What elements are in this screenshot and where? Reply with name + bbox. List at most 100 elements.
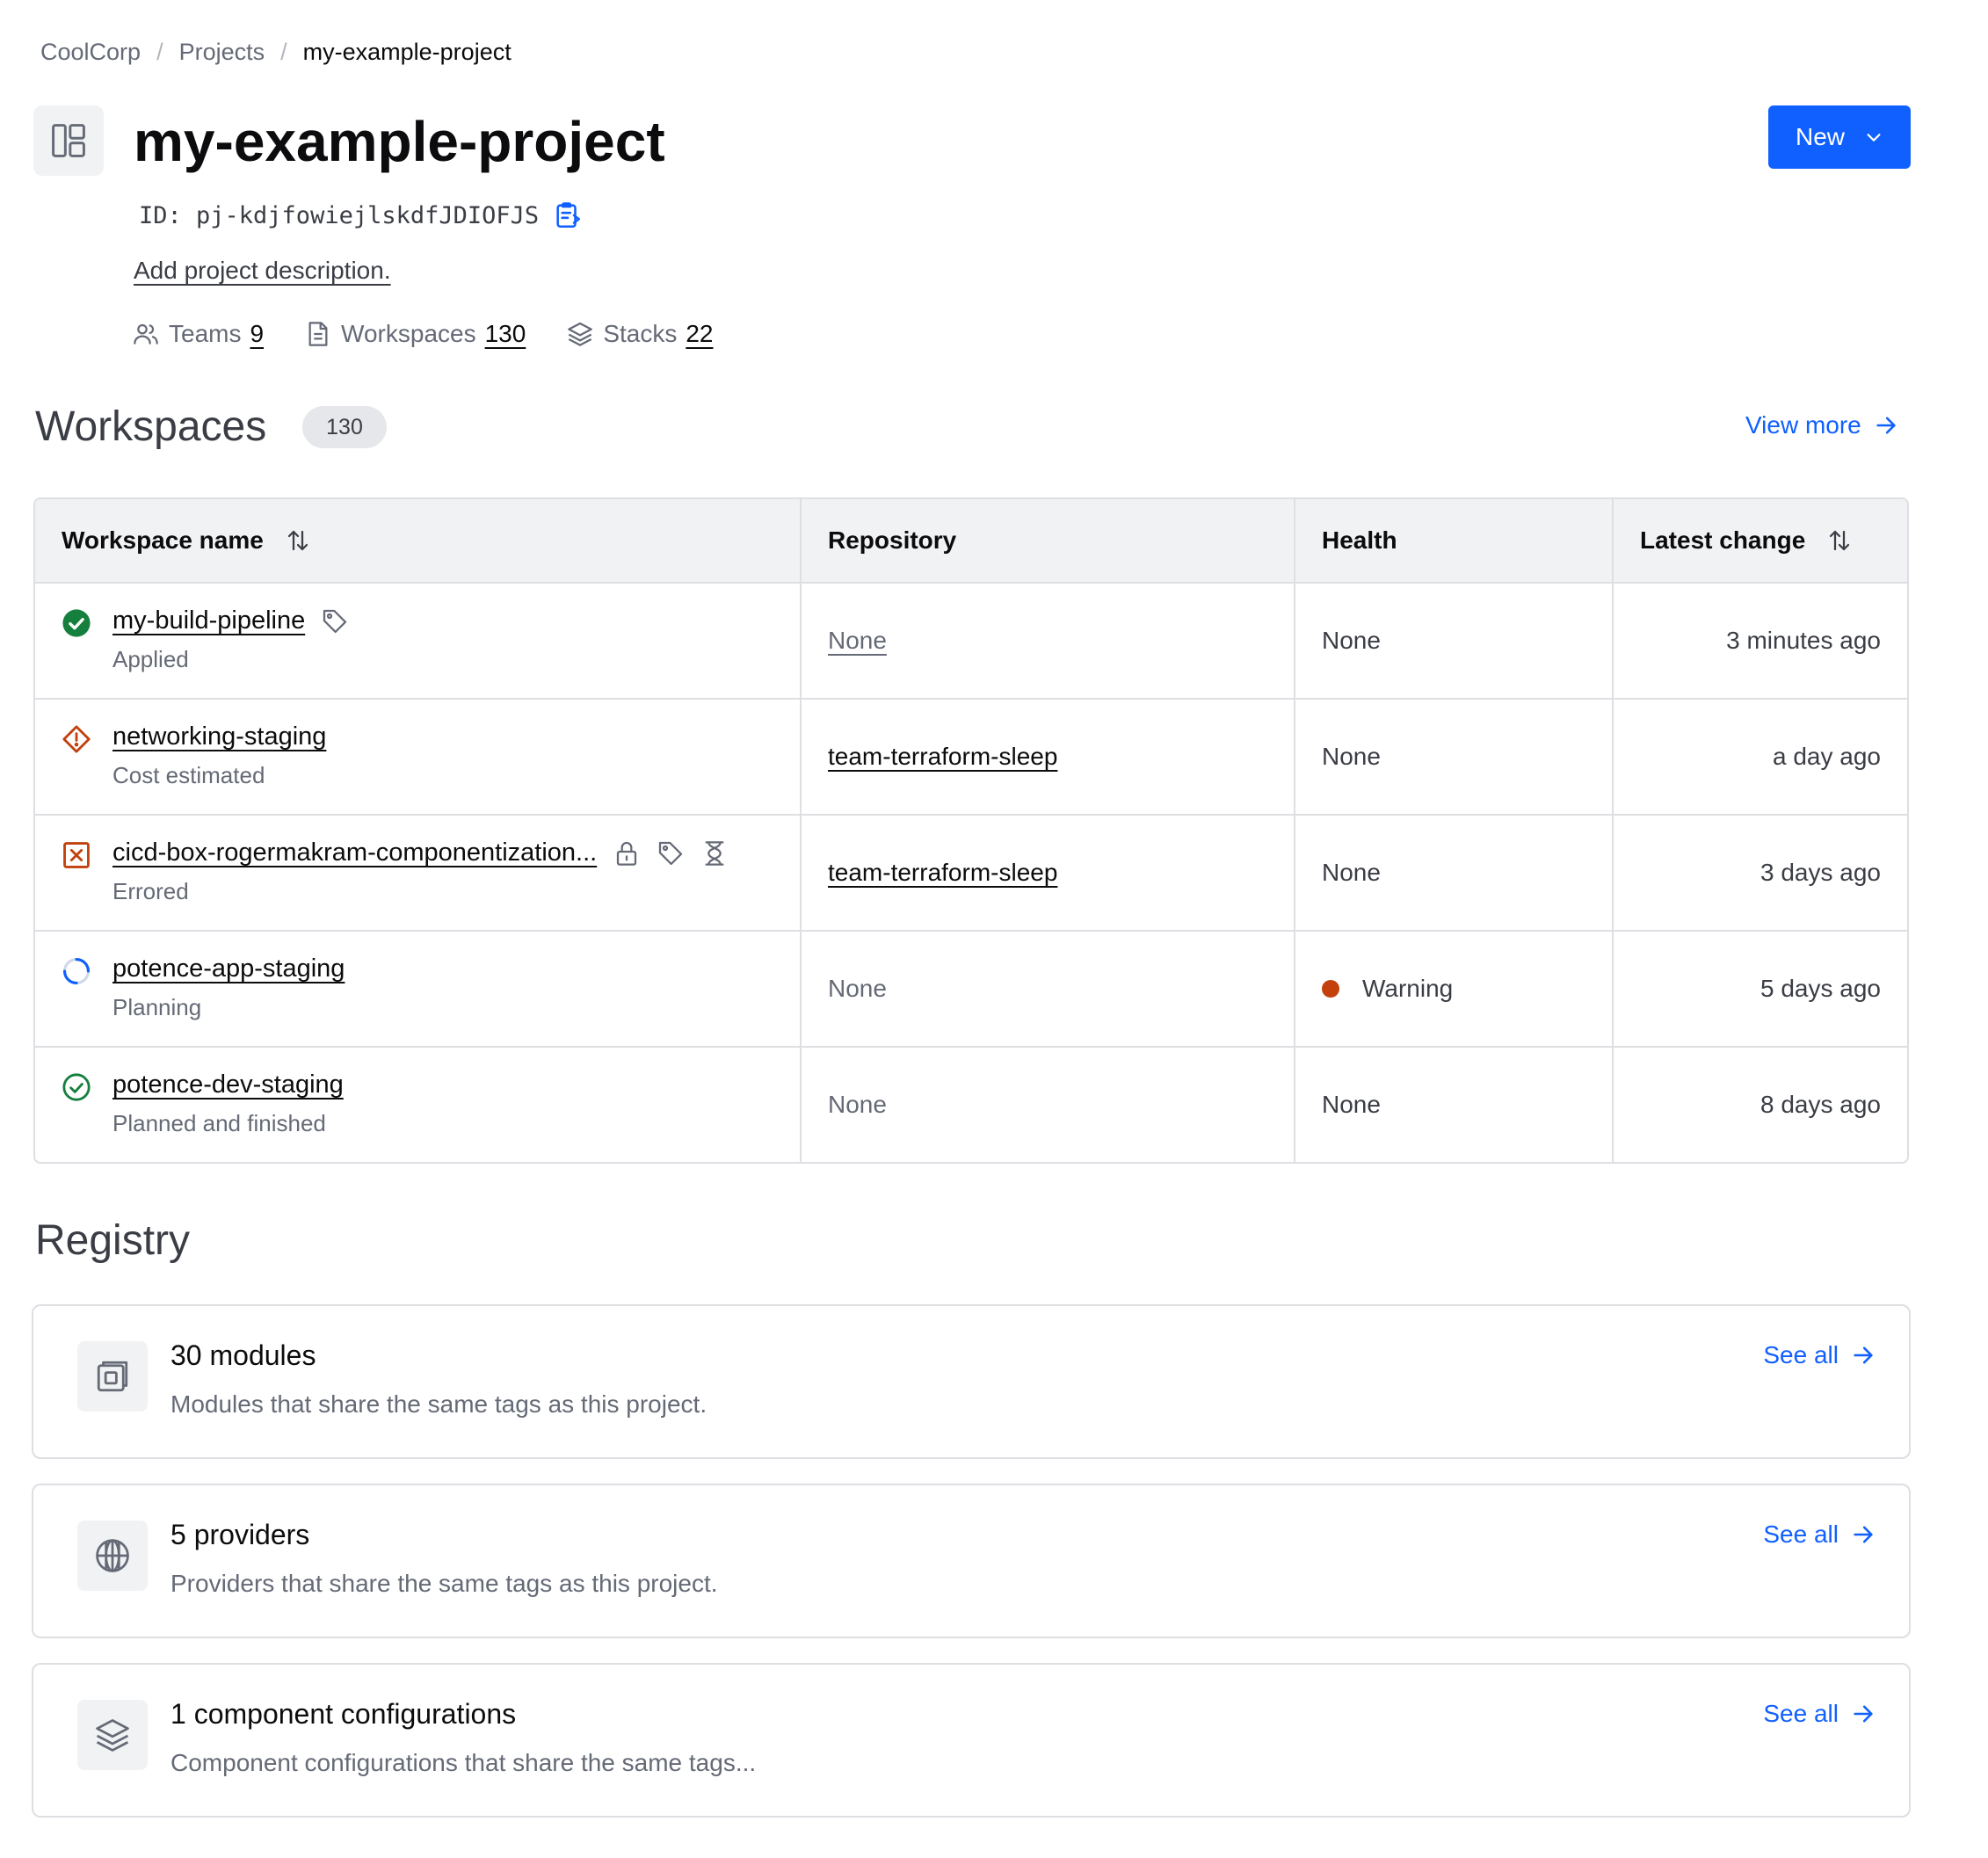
sort-icon[interactable] bbox=[1826, 527, 1853, 554]
latest-change-value: 3 days ago bbox=[1760, 859, 1881, 886]
stat-value[interactable]: 22 bbox=[686, 320, 713, 348]
workspace-link[interactable]: networking-staging bbox=[112, 722, 326, 751]
check-circle-fill-icon bbox=[62, 609, 91, 637]
workspace-link[interactable]: my-build-pipeline bbox=[112, 606, 305, 635]
tag-icon[interactable] bbox=[657, 839, 685, 867]
file-icon bbox=[308, 322, 328, 346]
latest-change-value: 5 days ago bbox=[1760, 975, 1881, 1002]
card-description: Providers that share the same tags as th… bbox=[171, 1570, 718, 1597]
health-value: None bbox=[1322, 627, 1381, 654]
header-latest-change[interactable]: Latest change bbox=[1614, 499, 1907, 582]
health-cell: None bbox=[1295, 816, 1614, 930]
workspace-status: Planned and finished bbox=[112, 1110, 326, 1136]
repository-link[interactable]: team-terraform-sleep bbox=[828, 743, 1057, 771]
breadcrumb-current: my-example-project bbox=[302, 39, 512, 65]
header-label: Workspace name bbox=[62, 526, 264, 554]
latest-change-cell: 8 days ago bbox=[1614, 1048, 1907, 1162]
workspace-status: Applied bbox=[112, 646, 189, 672]
page-title: my-example-project bbox=[134, 110, 665, 173]
table-row: cicd-box-rogermakram-componentization...… bbox=[35, 816, 1907, 932]
project-id: ID: pj-kdjfowiejlskdfJDIOFJS bbox=[139, 201, 540, 229]
breadcrumb-projects[interactable]: Projects bbox=[179, 39, 265, 66]
stat-workspaces: Workspaces 130 bbox=[304, 320, 526, 348]
stat-stacks: Stacks 22 bbox=[566, 320, 714, 348]
copy-icon[interactable] bbox=[553, 200, 583, 230]
arrow-right-icon bbox=[1854, 1705, 1873, 1723]
see-all-link[interactable]: See all bbox=[1763, 1700, 1876, 1728]
breadcrumb: CoolCorp / Projects / my-example-project bbox=[40, 39, 512, 66]
health-value: Warning bbox=[1362, 975, 1454, 1002]
workspace-link[interactable]: cicd-box-rogermakram-componentization... bbox=[112, 838, 597, 867]
breadcrumb-separator: / bbox=[156, 39, 163, 65]
layers-icon bbox=[568, 322, 593, 346]
arrow-right-icon bbox=[1854, 1346, 1873, 1364]
workspace-name-cell: potence-dev-staging Planned and finished bbox=[35, 1048, 802, 1162]
header-label: Health bbox=[1322, 526, 1397, 554]
workspace-name-cell: networking-staging Cost estimated bbox=[35, 700, 802, 814]
add-description-link[interactable]: Add project description. bbox=[134, 257, 391, 285]
workspaces-table: Workspace name Repository Health Latest … bbox=[33, 497, 1909, 1164]
header-repository: Repository bbox=[802, 499, 1295, 582]
breadcrumb-org[interactable]: CoolCorp bbox=[40, 39, 141, 66]
see-all-link[interactable]: See all bbox=[1763, 1341, 1876, 1369]
repository-link[interactable]: None bbox=[828, 627, 887, 655]
breadcrumb-separator: / bbox=[280, 39, 287, 65]
project-icon bbox=[33, 105, 104, 176]
tag-icon[interactable] bbox=[321, 607, 349, 635]
project-page: CoolCorp / Projects / my-example-project… bbox=[0, 0, 1988, 1858]
health-cell: None bbox=[1295, 1048, 1614, 1162]
header-workspace-name[interactable]: Workspace name bbox=[35, 499, 802, 582]
card-title: 30 modules bbox=[171, 1339, 316, 1371]
card-title: 5 providers bbox=[171, 1519, 310, 1550]
new-button[interactable]: New bbox=[1768, 105, 1911, 169]
see-all-link[interactable]: See all bbox=[1763, 1521, 1876, 1549]
arrow-right-icon bbox=[1854, 1526, 1873, 1543]
repository-cell: team-terraform-sleep bbox=[802, 816, 1295, 930]
repository-value: None bbox=[828, 1091, 887, 1118]
latest-change-value: 3 minutes ago bbox=[1726, 627, 1881, 654]
check-circle-icon bbox=[62, 1073, 91, 1101]
health-cell: None bbox=[1295, 700, 1614, 814]
latest-change-cell: a day ago bbox=[1614, 700, 1907, 814]
x-square-icon bbox=[63, 842, 90, 868]
project-stats: Teams 9 Workspaces 130 Stacks 22 bbox=[132, 320, 754, 348]
workspace-link[interactable]: potence-dev-staging bbox=[112, 1071, 344, 1100]
registry-title: Registry bbox=[35, 1217, 191, 1264]
loading-icon bbox=[62, 957, 91, 985]
stat-label: Workspaces bbox=[341, 320, 476, 347]
table-row: my-build-pipeline Applied None None 3 mi… bbox=[35, 584, 1907, 700]
header-label: Latest change bbox=[1640, 526, 1806, 554]
health-value: None bbox=[1322, 859, 1381, 886]
registry-card-providers: 5 providers Providers that share the sam… bbox=[32, 1484, 1911, 1638]
workspaces-count-badge: 130 bbox=[302, 406, 387, 448]
workspace-status: Cost estimated bbox=[112, 762, 265, 788]
arrow-right-icon bbox=[1876, 417, 1896, 434]
header-health: Health bbox=[1295, 499, 1614, 582]
workspace-name-cell: my-build-pipeline Applied bbox=[35, 584, 802, 698]
sort-icon[interactable] bbox=[285, 527, 311, 554]
warning-dot-icon bbox=[1322, 980, 1339, 998]
workspace-link[interactable]: potence-app-staging bbox=[112, 954, 345, 983]
repository-value: None bbox=[828, 975, 887, 1002]
table-header: Workspace name Repository Health Latest … bbox=[35, 499, 1907, 584]
workspaces-title: Workspaces bbox=[35, 403, 267, 450]
workspace-name-cell: cicd-box-rogermakram-componentization...… bbox=[35, 816, 802, 930]
registry-card-components: 1 component configurations Component con… bbox=[32, 1663, 1911, 1818]
see-all-label: See all bbox=[1763, 1700, 1839, 1727]
lock-icon bbox=[617, 841, 637, 866]
layers-icon bbox=[77, 1700, 148, 1770]
stat-value[interactable]: 130 bbox=[485, 320, 526, 348]
table-row: networking-staging Cost estimated team-t… bbox=[35, 700, 1907, 816]
table-row: potence-app-staging Planning None Warnin… bbox=[35, 932, 1907, 1048]
repository-link[interactable]: team-terraform-sleep bbox=[828, 859, 1057, 887]
stat-value[interactable]: 9 bbox=[250, 320, 264, 348]
view-more-label: View more bbox=[1745, 411, 1861, 439]
health-cell: None bbox=[1295, 584, 1614, 698]
header-label: Repository bbox=[828, 526, 957, 554]
registry-card-modules: 30 modules Modules that share the same t… bbox=[32, 1304, 1911, 1459]
stat-label: Teams bbox=[169, 320, 242, 347]
see-all-label: See all bbox=[1763, 1521, 1839, 1548]
latest-change-value: 8 days ago bbox=[1760, 1091, 1881, 1118]
view-more-link[interactable]: View more bbox=[1745, 411, 1898, 439]
chevron-down-icon bbox=[1867, 134, 1881, 142]
